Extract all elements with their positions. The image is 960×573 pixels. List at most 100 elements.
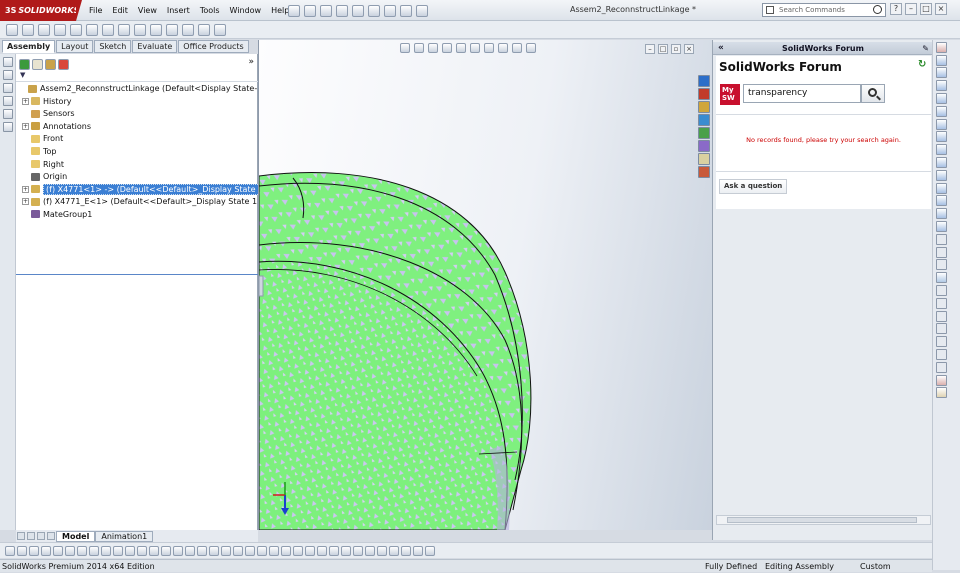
smart-fasteners-icon[interactable] (86, 23, 98, 36)
centerline-icon[interactable] (936, 233, 947, 245)
bottom-toolbar-button-icon[interactable] (317, 545, 327, 556)
display-tab-icon[interactable] (58, 58, 69, 70)
viewport-maximize-button[interactable]: ▫ (671, 44, 681, 54)
bottom-toolbar-button-icon[interactable] (401, 545, 411, 556)
bottom-toolbar-button-icon[interactable] (161, 545, 171, 556)
reference-geometry-icon[interactable] (134, 23, 146, 36)
shaded-contours-icon[interactable] (936, 387, 947, 399)
instant2d-icon[interactable] (936, 374, 947, 386)
expand-icon[interactable]: + (22, 97, 29, 105)
apply-scene-icon[interactable] (512, 43, 522, 53)
solidworks-resources-icon[interactable] (698, 75, 710, 87)
forum-search-input[interactable]: transparency (743, 84, 861, 103)
line-icon[interactable] (936, 67, 947, 79)
move-component-icon[interactable] (54, 23, 66, 36)
pin-icon[interactable]: ✎ (922, 42, 929, 55)
exploded-view-icon[interactable] (102, 23, 114, 36)
bottom-toolbar-button-icon[interactable] (245, 545, 255, 556)
first-tab-icon[interactable] (17, 532, 25, 540)
bottom-toolbar-button-icon[interactable] (281, 545, 291, 556)
help-icon[interactable]: ? (890, 3, 902, 15)
bottom-toolbar-button-icon[interactable] (377, 545, 387, 556)
bottom-toolbar-button-icon[interactable] (305, 545, 315, 556)
options-gear-icon[interactable] (416, 4, 428, 17)
quick-snaps-icon[interactable] (936, 348, 947, 360)
view-palette-icon[interactable] (698, 127, 710, 139)
propertymanager-icon[interactable] (3, 70, 13, 80)
display-manager-icon[interactable] (3, 109, 13, 119)
expand-icon[interactable]: + (22, 198, 29, 206)
tab-layout[interactable]: Layout (56, 40, 94, 53)
tree-item[interactable]: + Annotations (16, 121, 258, 134)
bottom-toolbar-button-icon[interactable] (113, 545, 123, 556)
sketch-icon[interactable] (936, 41, 947, 53)
forum-search-button[interactable] (861, 84, 885, 103)
tree-item[interactable]: MateGroup1 (16, 209, 258, 222)
ellipse-icon[interactable] (936, 156, 947, 168)
clearance-verification-icon[interactable] (214, 23, 226, 36)
ask-question-button[interactable]: Ask a question (719, 179, 788, 194)
tree-item[interactable]: Assem2_ReconnstructLinkage (Default<Disp… (16, 83, 272, 96)
bottom-toolbar-button-icon[interactable] (233, 545, 243, 556)
extend-icon[interactable] (936, 259, 947, 271)
save-icon[interactable] (320, 4, 332, 17)
polygon-icon[interactable] (936, 131, 947, 143)
bottom-toolbar-button-icon[interactable] (5, 545, 15, 556)
restore-button[interactable]: □ (920, 3, 932, 15)
smart-dimension-icon[interactable] (936, 54, 947, 66)
bottom-toolbar-button-icon[interactable] (149, 545, 159, 556)
expand-panel-icon[interactable] (3, 122, 13, 132)
arc-icon[interactable] (936, 118, 947, 130)
bottom-toolbar-button-icon[interactable] (269, 545, 279, 556)
bottom-toolbar-button-icon[interactable] (53, 545, 63, 556)
tab-office-products[interactable]: Office Products (178, 40, 249, 53)
tab-animation1[interactable]: Animation1 (95, 530, 154, 542)
close-button[interactable]: × (935, 3, 947, 15)
file-explorer-icon[interactable] (698, 114, 710, 126)
print-icon[interactable] (336, 4, 348, 17)
tab-evaluate[interactable]: Evaluate (132, 40, 178, 53)
next-tab-icon[interactable] (37, 532, 45, 540)
relations-icon[interactable] (936, 323, 947, 335)
insert-component-icon[interactable] (22, 23, 34, 36)
bottom-toolbar-button-icon[interactable] (425, 545, 435, 556)
logo-arrow-icon[interactable] (76, 0, 82, 21)
tree-item[interactable]: Front (16, 133, 258, 146)
rapid-sketch-icon[interactable] (936, 361, 947, 373)
menu-tools[interactable]: Tools (195, 4, 225, 17)
select-arrow-icon[interactable] (368, 4, 380, 17)
menu-file[interactable]: File (84, 4, 107, 17)
mysolidworks-icon[interactable] (698, 88, 710, 100)
tree-filter[interactable]: ▼ (16, 71, 258, 82)
repair-sketch-icon[interactable] (936, 336, 947, 348)
expand-chevron-icon[interactable]: » (248, 57, 254, 67)
show-hidden-icon[interactable] (166, 23, 178, 36)
design-library-icon[interactable] (698, 101, 710, 113)
bottom-toolbar-button-icon[interactable] (341, 545, 351, 556)
menu-insert[interactable]: Insert (162, 4, 195, 17)
dimxpert-icon[interactable] (3, 96, 13, 106)
search-icon[interactable] (873, 5, 882, 14)
units-selector[interactable]: Custom (860, 560, 891, 573)
bottom-toolbar-button-icon[interactable] (197, 545, 207, 556)
edit-appearance-icon[interactable] (498, 43, 508, 53)
menu-view[interactable]: View (133, 4, 162, 17)
linear-pattern-icon[interactable] (70, 23, 82, 36)
minimize-button[interactable]: – (905, 3, 917, 15)
bottom-toolbar-button-icon[interactable] (329, 545, 339, 556)
tree-item[interactable]: Top (16, 146, 258, 159)
search-commands-input[interactable]: Search Commands (762, 3, 886, 17)
bottom-toolbar-button-icon[interactable] (125, 545, 135, 556)
bottom-toolbar-button-icon[interactable] (29, 545, 39, 556)
bottom-toolbar-button-icon[interactable] (65, 545, 75, 556)
viewport-minimize-button[interactable]: – (645, 44, 655, 54)
bottom-toolbar-button-icon[interactable] (89, 545, 99, 556)
open-folder-icon[interactable] (304, 4, 316, 17)
offset-icon[interactable] (936, 195, 947, 207)
zoom-to-area-icon[interactable] (414, 43, 424, 53)
menu-window[interactable]: Window (225, 4, 267, 17)
bottom-toolbar-button-icon[interactable] (293, 545, 303, 556)
tree-item[interactable]: + History (16, 96, 258, 109)
appearances-icon[interactable] (698, 140, 710, 152)
tree-item[interactable]: + (f) X4771_E<1> (Default<<Default>_Displ… (16, 196, 267, 209)
